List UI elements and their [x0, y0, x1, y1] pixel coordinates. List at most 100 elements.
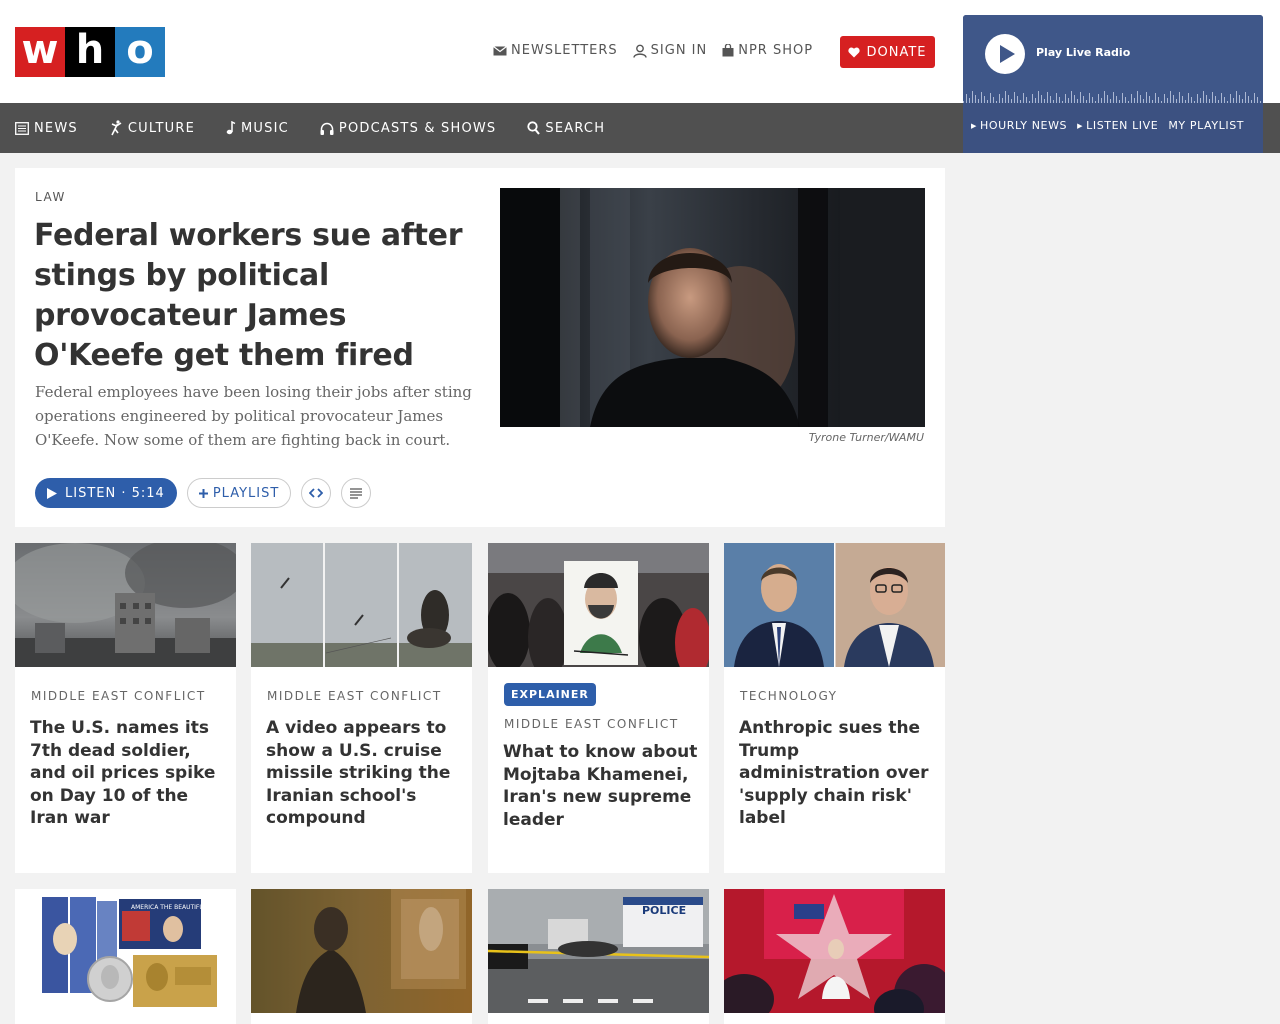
waveform-bar — [1068, 98, 1069, 103]
logo-letter: o — [115, 27, 165, 77]
sign-in-link[interactable]: SIGN IN — [632, 43, 708, 58]
nav-search-label: SEARCH — [545, 120, 606, 136]
site-logo[interactable]: w h o — [15, 27, 165, 77]
newspaper-icon — [15, 121, 29, 135]
listen-button[interactable]: LISTEN · 5:14 — [35, 478, 177, 508]
story-title[interactable]: A video appears to show a U.S. cruise mi… — [266, 717, 461, 830]
waveform-bar — [1197, 94, 1198, 103]
story-title[interactable]: Anthropic sues the Trump administration … — [739, 717, 934, 830]
waveform-bar — [975, 95, 976, 103]
waveform-bar — [1146, 92, 1147, 103]
waveform-bar — [1104, 91, 1105, 103]
story-card[interactable] — [251, 889, 472, 1024]
waveform-bar — [1239, 95, 1240, 103]
play-live-radio-button[interactable] — [985, 34, 1025, 74]
plus-icon — [198, 488, 208, 498]
waveform-bar — [972, 91, 973, 103]
story-card[interactable] — [724, 889, 945, 1024]
add-to-playlist-button[interactable]: PLAYLIST — [186, 478, 292, 508]
waveform-bar — [1050, 96, 1051, 103]
waveform-bar — [1062, 101, 1063, 103]
story-thumbnail[interactable] — [724, 543, 945, 667]
waveform-bar — [1170, 91, 1171, 103]
newsletters-link[interactable]: NEWSLETTERS — [493, 43, 618, 58]
story-teaser[interactable]: Federal employees have been losing their… — [35, 380, 475, 452]
nav-culture[interactable]: CULTURE — [109, 120, 195, 136]
waveform-bar — [1179, 92, 1180, 103]
story-title[interactable]: Federal workers sue after stings by poli… — [34, 216, 474, 376]
waveform-bar — [1122, 93, 1123, 103]
story-slug[interactable]: TECHNOLOGY — [740, 689, 837, 703]
story-slug[interactable]: MIDDLE EAST CONFLICT — [504, 717, 679, 731]
story-thumbnail[interactable] — [488, 543, 709, 667]
story-actions: LISTEN · 5:14 PLAYLIST — [35, 478, 372, 508]
story-card[interactable]: EXPLAINER MIDDLE EAST CONFLICT What to k… — [488, 543, 709, 873]
story-card[interactable]: MIDDLE EAST CONFLICT The U.S. names its … — [15, 543, 236, 873]
nav-search[interactable]: SEARCH — [527, 121, 605, 136]
hourly-news-link[interactable]: ▶ HOURLY NEWS — [971, 119, 1067, 132]
donate-label: DONATE — [866, 44, 927, 60]
waveform-bar — [1215, 96, 1216, 103]
story-card[interactable]: AMERICA THE BEAUTIFUL — [15, 889, 236, 1024]
donate-button[interactable]: DONATE — [840, 36, 935, 68]
waveform-bar — [1188, 93, 1189, 103]
playlist-label: PLAYLIST — [212, 485, 280, 501]
story-card[interactable]: POLICE — [488, 889, 709, 1024]
nav-news-label: NEWS — [34, 120, 78, 136]
nav-music-label: MUSIC — [241, 120, 289, 136]
story-thumbnail[interactable]: AMERICA THE BEAUTIFUL — [15, 889, 236, 1013]
story-card[interactable]: MIDDLE EAST CONFLICT A video appears to … — [251, 543, 472, 873]
waveform-bar — [1209, 99, 1210, 103]
waveform-bar — [1155, 93, 1156, 103]
player-links: ▶ HOURLY NEWS ▶ LISTEN LIVE MY PLAYLIST — [971, 119, 1244, 132]
embed-button[interactable] — [301, 478, 332, 508]
nav-news[interactable]: NEWS — [15, 121, 78, 136]
waveform-bar — [1128, 101, 1129, 103]
story-thumbnail[interactable] — [724, 889, 945, 1013]
headphones-icon — [320, 122, 334, 135]
play-icon — [47, 487, 57, 499]
story-slug[interactable]: LAW — [35, 190, 66, 204]
waveform-bar — [1245, 92, 1246, 103]
waveform-bar — [1137, 91, 1138, 103]
story-thumbnail[interactable] — [15, 543, 236, 667]
waveform-bar — [1230, 94, 1231, 103]
waveform-bar — [1191, 97, 1192, 103]
police-scene-photo: POLICE — [488, 889, 709, 1013]
smoke-cityscape-photo — [15, 543, 236, 667]
waveform-bar — [1065, 94, 1066, 103]
waveform-bar — [1227, 101, 1228, 103]
story-thumbnail[interactable]: POLICE — [488, 889, 709, 1013]
transcript-button[interactable] — [341, 478, 372, 508]
logo-letter: w — [15, 27, 65, 77]
live-radio-player: Play Live Radio ▶ HOURLY NEWS ▶ LISTEN LIV… — [963, 15, 1263, 153]
sign-in-label: SIGN IN — [650, 43, 708, 58]
nav-music[interactable]: MUSIC — [226, 121, 289, 136]
waveform-bar — [1002, 98, 1003, 103]
play-live-radio-label[interactable]: Play Live Radio — [1036, 46, 1130, 59]
story-slug[interactable]: MIDDLE EAST CONFLICT — [31, 689, 206, 703]
waveform-bar — [1083, 96, 1084, 103]
story-thumbnail[interactable] — [251, 543, 472, 667]
waveform-bar — [1008, 95, 1009, 103]
waveform-bar — [1221, 93, 1222, 103]
story-slug[interactable]: MIDDLE EAST CONFLICT — [267, 689, 442, 703]
nav-podcasts[interactable]: PODCASTS & SHOWS — [320, 121, 496, 136]
waveform-bar — [1023, 93, 1024, 103]
shop-link[interactable]: NPR SHOP — [722, 43, 813, 58]
featured-story: LAW Federal workers sue after stings by … — [15, 168, 945, 527]
my-playlist-link[interactable]: MY PLAYLIST — [1168, 119, 1244, 132]
story-card[interactable]: TECHNOLOGY Anthropic sues the Trump admi… — [724, 543, 945, 873]
explainer-badge: EXPLAINER — [504, 683, 596, 706]
waveform-bar — [1089, 93, 1090, 103]
story-thumbnail[interactable] — [251, 889, 472, 1013]
story-image[interactable] — [500, 188, 925, 427]
story-title[interactable]: The U.S. names its 7th dead soldier, and… — [30, 717, 225, 830]
story-title[interactable]: What to know about Mojtaba Khamenei, Ira… — [503, 741, 698, 831]
waveform-bar — [1017, 96, 1018, 103]
waveform-bar — [1110, 99, 1111, 103]
waveform-bar — [1098, 94, 1099, 103]
waveform-bar — [1233, 98, 1234, 103]
waveform-bar — [1203, 91, 1204, 103]
listen-live-link[interactable]: ▶ LISTEN LIVE — [1077, 119, 1158, 132]
